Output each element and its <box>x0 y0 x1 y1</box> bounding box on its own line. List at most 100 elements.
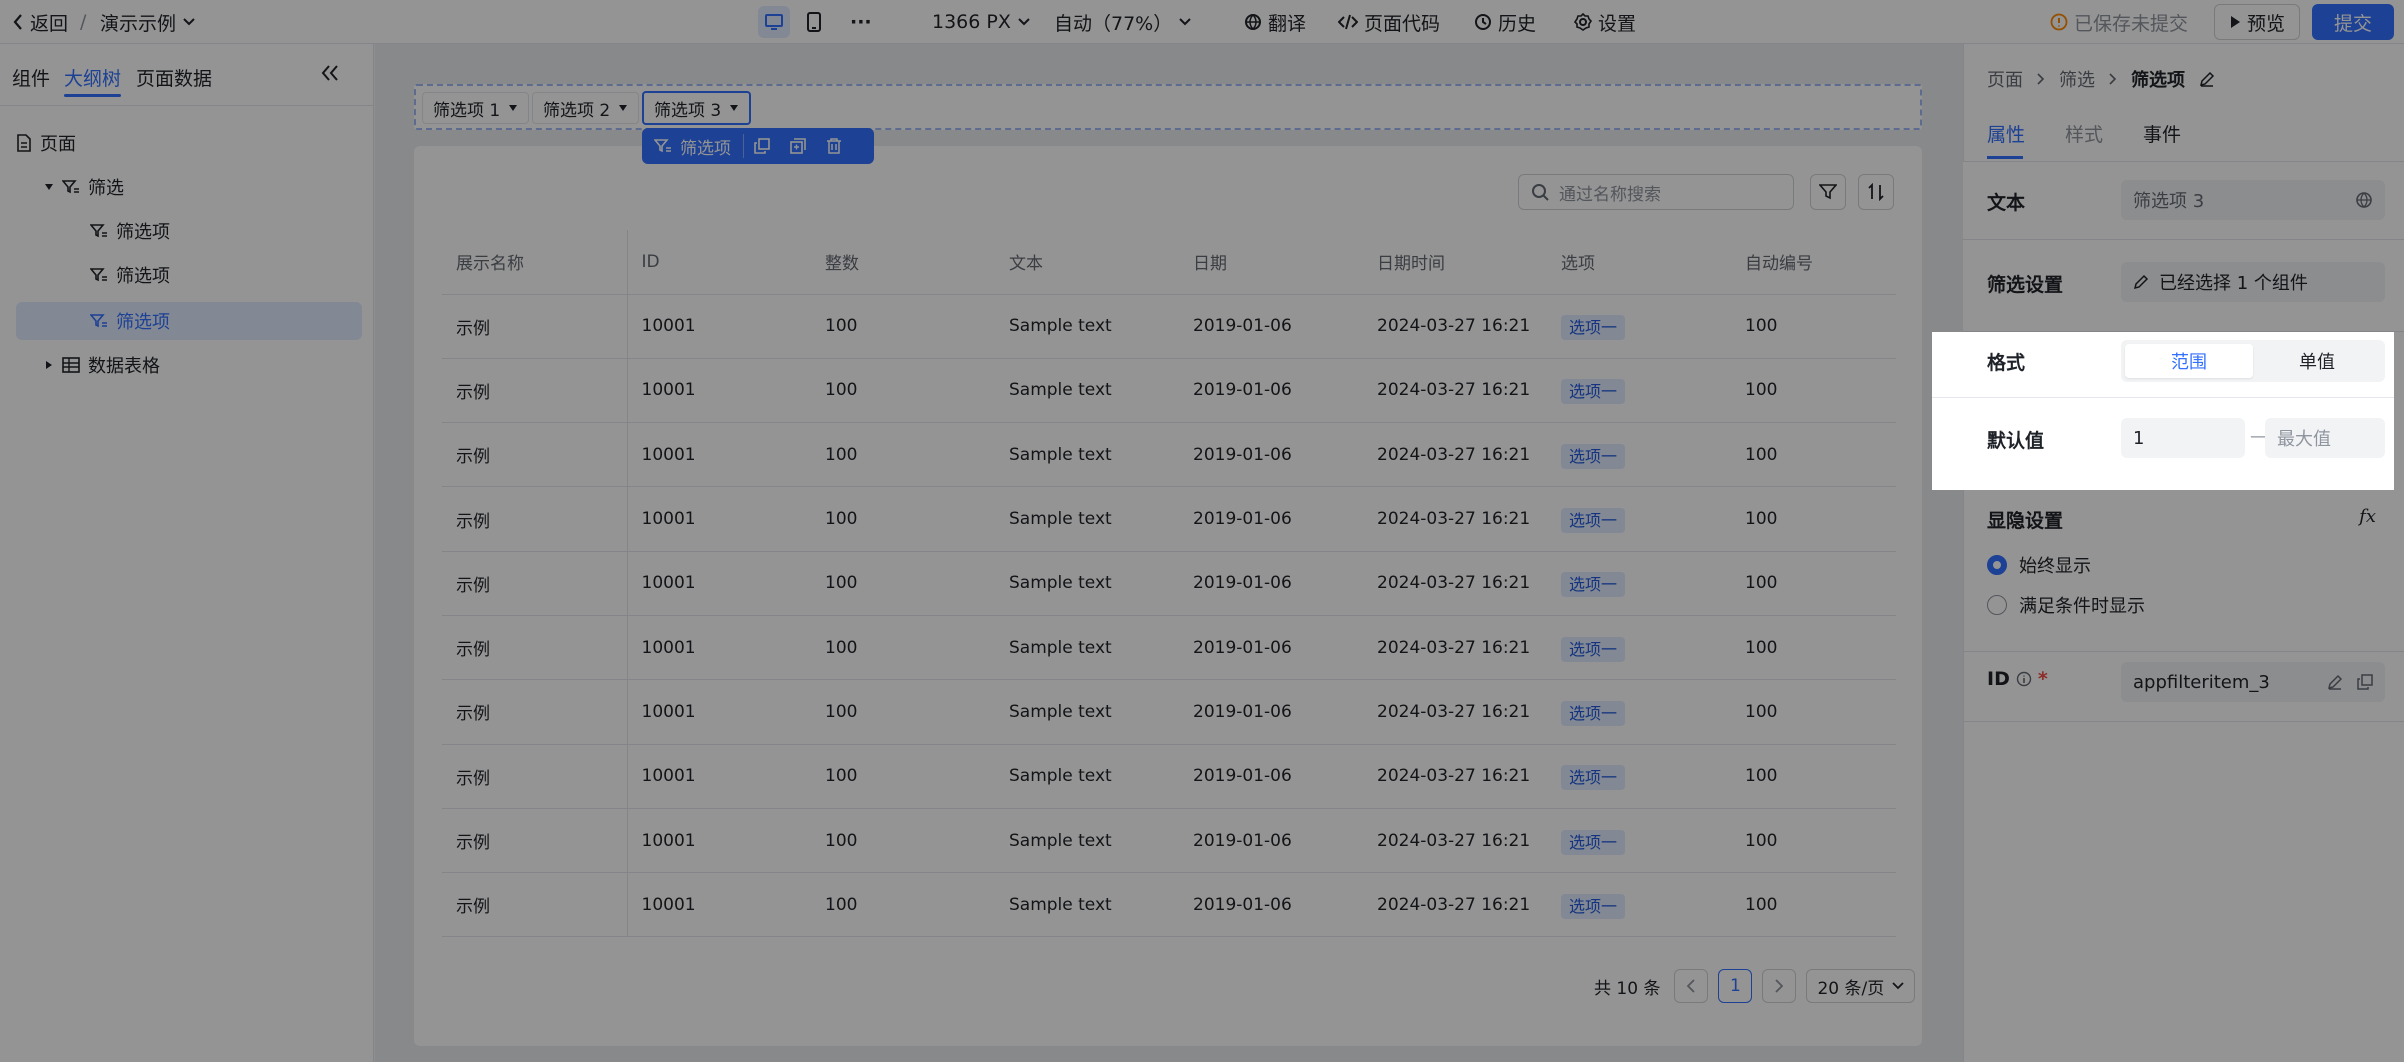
table-cell: 2024-03-27 16:21 <box>1363 615 1547 681</box>
code-icon <box>1338 14 1358 30</box>
breadcrumb-item[interactable]: 页面 <box>1987 66 2023 92</box>
filter-chip-3[interactable]: 筛选项 3 <box>642 91 752 125</box>
visibility-option-conditional[interactable]: 满足条件时显示 <box>1987 592 2145 618</box>
tree-item-data-table[interactable]: 数据表格 <box>16 346 362 384</box>
filter-chip-2[interactable]: 筛选项 2 <box>532 92 640 124</box>
tab-style[interactable]: 样式 <box>2065 120 2103 147</box>
default-max-input[interactable]: 最大值 <box>2265 418 2385 458</box>
sort-button[interactable] <box>1858 174 1894 210</box>
tab-properties[interactable]: 属性 <box>1987 120 2025 147</box>
edit-icon[interactable] <box>2327 674 2343 690</box>
submit-button[interactable]: 提交 <box>2312 4 2395 40</box>
history-button[interactable]: 历史 <box>1474 0 1536 44</box>
globe-icon[interactable] <box>2355 191 2373 209</box>
mobile-view-button[interactable] <box>806 0 822 44</box>
filter-setting-button[interactable]: 已经选择 1 个组件 <box>2121 262 2385 302</box>
default-min-input[interactable]: 1 <box>2121 418 2245 458</box>
tree-item-label: 筛选项 <box>116 312 170 333</box>
visibility-label: 显隐设置 <box>1987 510 2064 532</box>
page-size-select[interactable]: 20 条/页 <box>1806 969 1916 1003</box>
info-icon[interactable] <box>2016 671 2032 687</box>
table-cell: 10001 <box>627 744 811 809</box>
table-row[interactable]: 示例 10001 100 Sample text 2019-01-06 2024-03-2… <box>442 486 1896 552</box>
collapse-panel-button[interactable] <box>320 64 340 82</box>
table-cell: 2024-03-27 16:21 <box>1363 872 1547 938</box>
app-name-dropdown[interactable]: 演示示例 <box>100 0 196 44</box>
table-cell: 100 <box>1731 294 1896 359</box>
column-header[interactable]: 整数 <box>811 230 995 295</box>
page-code-button[interactable]: 页面代码 <box>1338 0 1440 44</box>
id-input[interactable]: appfilteritem_3 <box>2121 662 2385 702</box>
filter-chip-label: 筛选项 1 <box>433 100 501 121</box>
column-header[interactable]: 自动编号 <box>1731 230 1896 295</box>
tree-item-filter-option-1[interactable]: 筛选项 <box>16 212 362 250</box>
table-row[interactable]: 示例 10001 100 Sample text 2019-01-06 2024-03-2… <box>442 872 1896 938</box>
table-row[interactable]: 示例 10001 100 Sample text 2019-01-06 2024-03-2… <box>442 422 1896 488</box>
text-property-input[interactable]: 筛选项 3 <box>2121 180 2385 220</box>
table-row[interactable]: 示例 10001 100 Sample text 2019-01-06 2024-03-2… <box>442 551 1896 616</box>
duplicate-button[interactable] <box>780 138 816 154</box>
tab-page-data[interactable]: 页面数据 <box>136 64 212 91</box>
settings-button[interactable]: 设置 <box>1574 0 1636 44</box>
tree-item-filter-option-3[interactable]: 筛选项 <box>16 302 362 340</box>
tree-item-page[interactable]: 页面 <box>16 124 362 162</box>
next-page-button[interactable] <box>1762 969 1797 1003</box>
formula-button[interactable]: fx <box>2359 506 2376 527</box>
table-cell: 2019-01-06 <box>1179 358 1363 424</box>
table-cell: Sample text <box>995 294 1179 359</box>
visibility-option-always[interactable]: 始终显示 <box>1987 552 2091 578</box>
search-input[interactable]: 通过名称搜索 <box>1518 174 1794 210</box>
table-cell: 10001 <box>627 551 811 616</box>
copy-button[interactable] <box>744 138 780 154</box>
tab-outline-tree[interactable]: 大纲树 <box>64 64 122 97</box>
breadcrumb-item[interactable]: 筛选 <box>2059 66 2095 92</box>
zoom-select[interactable]: 自动（77%） <box>1054 0 1192 44</box>
format-option-range[interactable]: 范围 <box>2125 344 2253 378</box>
column-header[interactable]: 选项 <box>1547 230 1731 295</box>
filter-bar[interactable]: 筛选项 1 筛选项 2 筛选项 3 <box>414 84 1922 130</box>
back-button[interactable]: 返回 <box>12 0 68 44</box>
zoom-value: 自动（77%） <box>1054 12 1173 35</box>
delete-button[interactable] <box>816 138 852 154</box>
caret-right-icon[interactable] <box>44 360 54 370</box>
id-label-group: ID * <box>1987 668 2048 690</box>
caret-down-icon[interactable] <box>44 182 54 192</box>
format-option-single[interactable]: 单值 <box>2253 344 2381 378</box>
desktop-view-button[interactable] <box>758 0 790 44</box>
chevron-left-icon <box>13 14 22 30</box>
selected-component-label[interactable]: 筛选项 <box>642 134 744 159</box>
table-cell: 示例 <box>442 358 628 424</box>
more-button[interactable]: ··· <box>850 0 872 44</box>
radio-checked[interactable] <box>1987 555 2007 575</box>
filter-chip-1[interactable]: 筛选项 1 <box>422 92 530 124</box>
column-header[interactable]: 展示名称 <box>442 230 628 295</box>
filter-button[interactable] <box>1810 174 1846 210</box>
tree-item-filter[interactable]: 筛选 <box>16 168 362 206</box>
component-floating-toolbar: 筛选项 <box>642 128 874 164</box>
table-row[interactable]: 示例 10001 100 Sample text 2019-01-06 2024-03-2… <box>442 808 1896 874</box>
column-header[interactable]: 日期时间 <box>1363 230 1547 295</box>
column-header[interactable]: 文本 <box>995 230 1179 295</box>
column-header[interactable]: ID <box>627 230 811 295</box>
table-row[interactable]: 示例 10001 100 Sample text 2019-01-06 2024-03-2… <box>442 615 1896 681</box>
preview-button[interactable]: 预览 <box>2214 4 2301 40</box>
option-tag: 选项一 <box>1561 379 1626 405</box>
translate-button[interactable]: 翻译 <box>1244 0 1306 44</box>
table-row[interactable]: 示例 10001 100 Sample text 2019-01-06 2024-03-2… <box>442 294 1896 359</box>
table-row[interactable]: 示例 10001 100 Sample text 2019-01-06 2024-03-2… <box>442 679 1896 745</box>
radio-unchecked[interactable] <box>1987 595 2007 615</box>
edit-icon[interactable] <box>2199 71 2215 87</box>
page-number-button[interactable]: 1 <box>1718 969 1753 1003</box>
table-row[interactable]: 示例 10001 100 Sample text 2019-01-06 2024-03-2… <box>442 744 1896 809</box>
column-header[interactable]: 日期 <box>1179 230 1363 295</box>
tab-events[interactable]: 事件 <box>2143 120 2181 147</box>
prev-page-button[interactable] <box>1674 969 1709 1003</box>
tab-components[interactable]: 组件 <box>12 64 50 91</box>
tree-item-filter-option-2[interactable]: 筛选项 <box>16 256 362 294</box>
copy-icon[interactable] <box>2357 674 2373 690</box>
filter-icon <box>654 139 671 153</box>
table-body: 示例 10001 100 Sample text 2019-01-06 2024-03-2… <box>442 294 1896 938</box>
app-name: 演示示例 <box>100 12 177 35</box>
table-row[interactable]: 示例 10001 100 Sample text 2019-01-06 2024-03-2… <box>442 358 1896 424</box>
resolution-select[interactable]: 1366 PX <box>932 0 1031 44</box>
